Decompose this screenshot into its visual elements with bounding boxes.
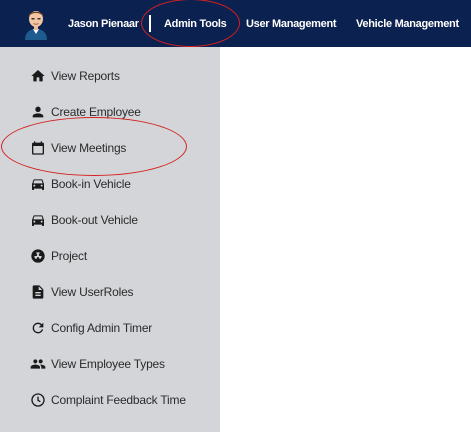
sidebar-item-label: View Reports (51, 69, 120, 83)
sidebar-item-complaint-feedback-time[interactable]: Complaint Feedback Time (0, 382, 220, 418)
sidebar-item-create-employee[interactable]: Create Employee (0, 94, 220, 130)
sidebar-item-label: Book-out Vehicle (51, 213, 138, 227)
sidebar: View Reports Create Employee View Meetin… (0, 47, 220, 432)
sidebar-item-label: View Meetings (51, 141, 127, 155)
sidebar-item-view-employee-types[interactable]: View Employee Types (0, 346, 220, 382)
sidebar-item-label: View UserRoles (51, 285, 134, 299)
sidebar-item-book-out-vehicle[interactable]: Book-out Vehicle (0, 202, 220, 238)
separator (149, 15, 151, 32)
sidebar-item-label: Book-in Vehicle (51, 177, 131, 191)
sidebar-item-label: Project (51, 249, 87, 263)
clock-icon (30, 392, 46, 408)
sidebar-item-view-userroles[interactable]: View UserRoles (0, 274, 220, 310)
refresh-icon (30, 320, 46, 336)
sidebar-item-label: Complaint Feedback Time (51, 393, 186, 407)
people-icon (30, 356, 46, 372)
nav-admin-tools[interactable]: Admin Tools (164, 17, 227, 31)
car-icon (30, 212, 46, 228)
user-name[interactable]: Jason Pienaar (68, 17, 139, 31)
sidebar-item-view-reports[interactable]: View Reports (0, 58, 220, 94)
top-navbar: Jason Pienaar Admin Tools User Managemen… (0, 0, 471, 47)
sidebar-item-config-admin-timer[interactable]: Config Admin Timer (0, 310, 220, 346)
person-icon (30, 104, 46, 120)
sidebar-item-label: View Employee Types (51, 357, 165, 371)
home-icon (30, 68, 46, 84)
radiation-icon (30, 248, 46, 264)
avatar[interactable] (23, 8, 49, 40)
sidebar-item-label: Create Employee (51, 105, 141, 119)
document-icon (30, 284, 46, 300)
calendar-icon (30, 140, 46, 156)
sidebar-item-label: Config Admin Timer (51, 321, 153, 335)
nav-vehicle-management[interactable]: Vehicle Management (356, 17, 459, 31)
main-content (220, 47, 471, 432)
nav-user-management[interactable]: User Management (246, 17, 337, 31)
sidebar-item-project[interactable]: Project (0, 238, 220, 274)
sidebar-item-book-in-vehicle[interactable]: Book-in Vehicle (0, 166, 220, 202)
sidebar-item-view-meetings[interactable]: View Meetings (0, 130, 220, 166)
car-icon (30, 176, 46, 192)
